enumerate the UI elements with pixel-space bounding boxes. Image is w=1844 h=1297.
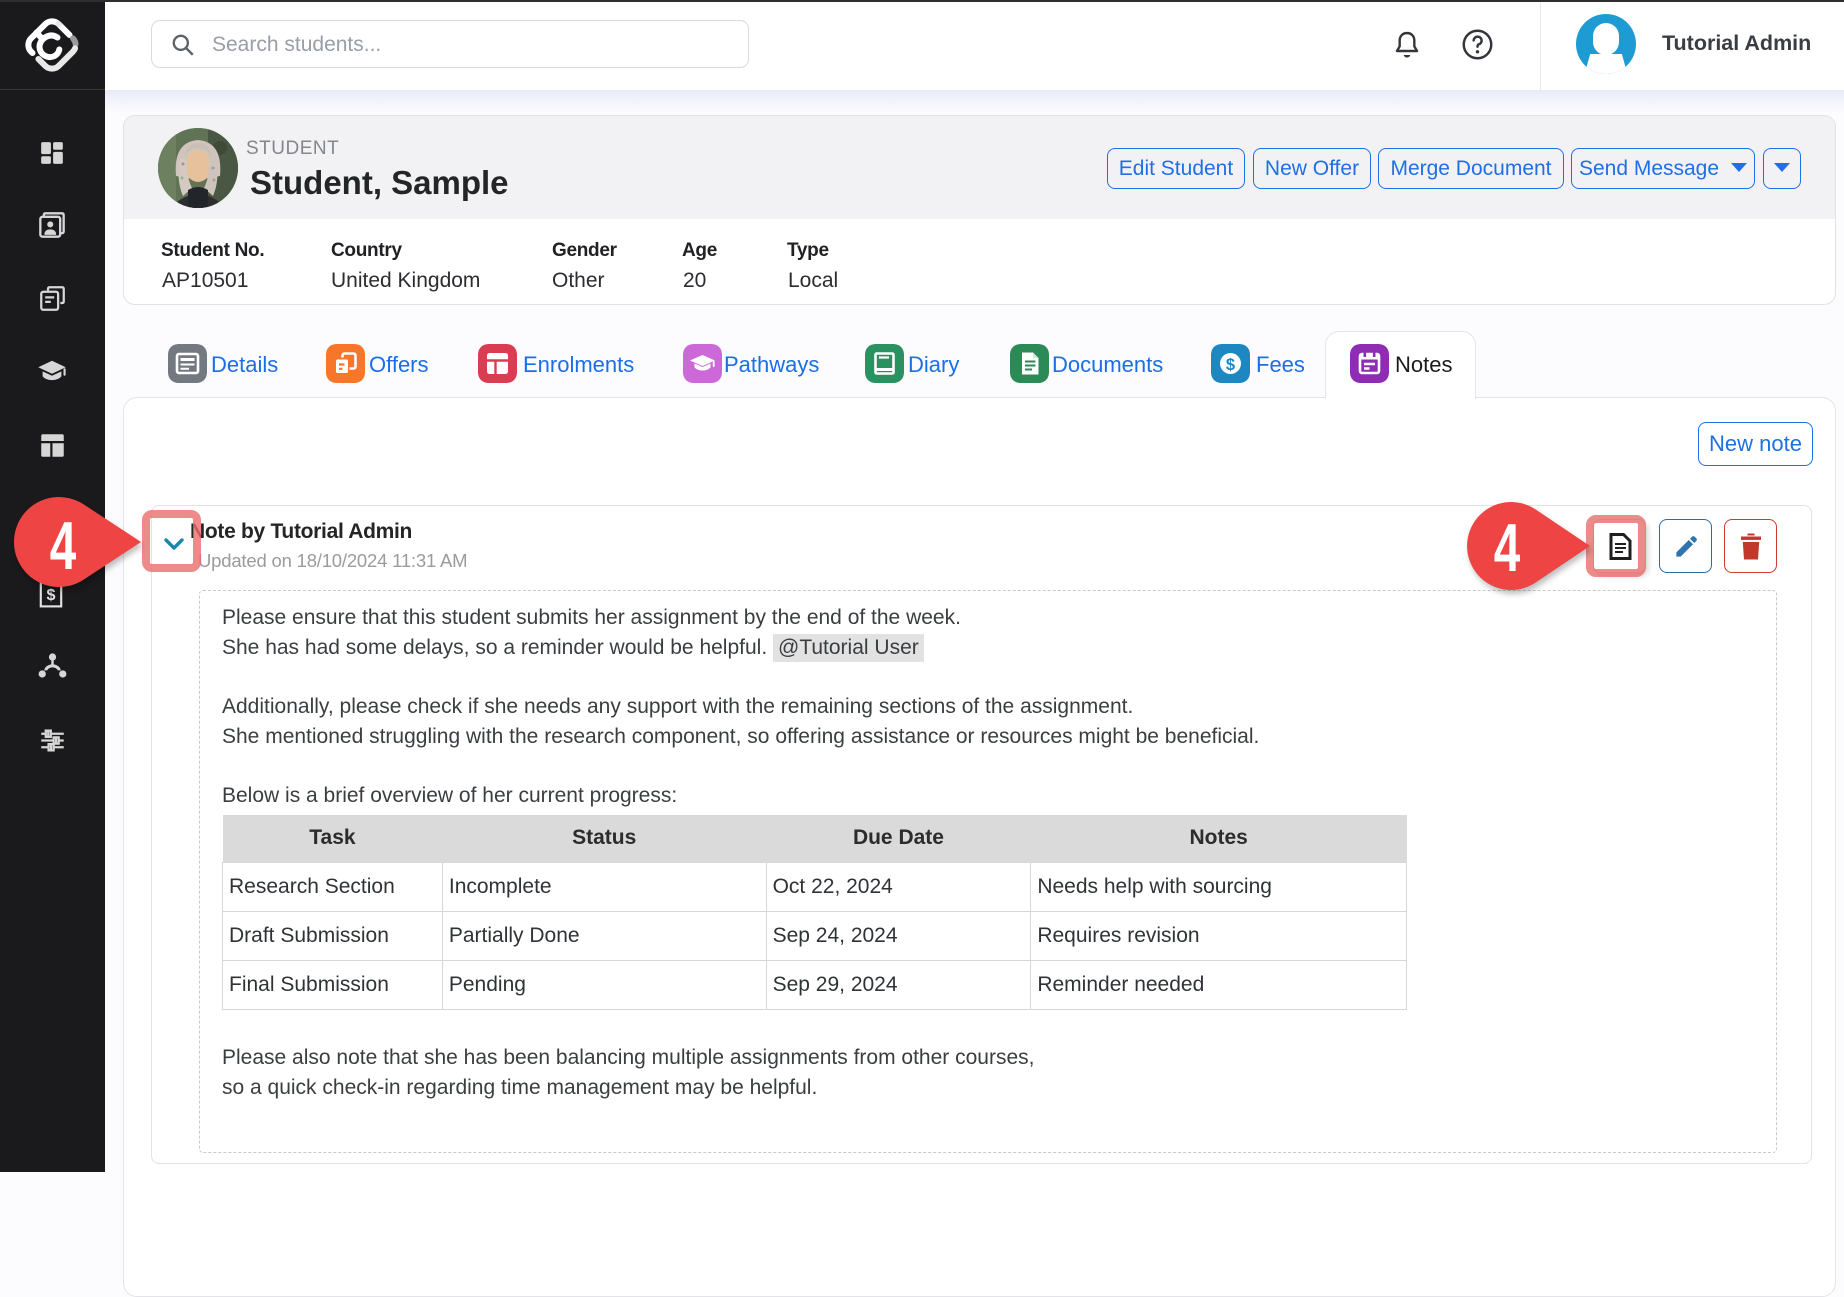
svg-text:$: $: [47, 586, 56, 604]
svg-text:$: $: [1226, 356, 1235, 374]
